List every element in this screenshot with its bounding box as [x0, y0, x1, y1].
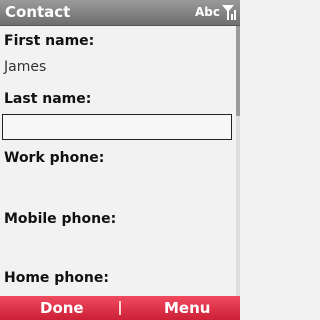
work-phone-label: Work phone: — [4, 150, 105, 166]
done-softkey[interactable]: Done — [40, 299, 84, 317]
menu-softkey[interactable]: Menu — [164, 299, 210, 317]
softkey-bar: Done Menu — [0, 296, 240, 320]
mobile-phone-field[interactable] — [2, 233, 232, 259]
scrollbar-thumb[interactable] — [236, 26, 240, 116]
contact-form: First name: James Last name: Work phone:… — [0, 26, 240, 296]
window-title: Contact — [5, 3, 71, 21]
softkey-divider — [119, 301, 121, 315]
title-bar: Contact Abc — [0, 0, 240, 26]
input-mode-indicator: Abc — [195, 5, 220, 19]
last-name-field[interactable] — [2, 114, 232, 140]
work-phone-field[interactable] — [2, 172, 232, 198]
first-name-field[interactable]: James — [4, 59, 46, 75]
mobile-phone-label: Mobile phone: — [4, 211, 117, 227]
signal-strength-icon — [222, 5, 236, 20]
last-name-label: Last name: — [4, 91, 92, 107]
first-name-label: First name: — [4, 33, 95, 49]
home-phone-label: Home phone: — [4, 270, 109, 286]
scrollbar[interactable] — [236, 26, 240, 296]
